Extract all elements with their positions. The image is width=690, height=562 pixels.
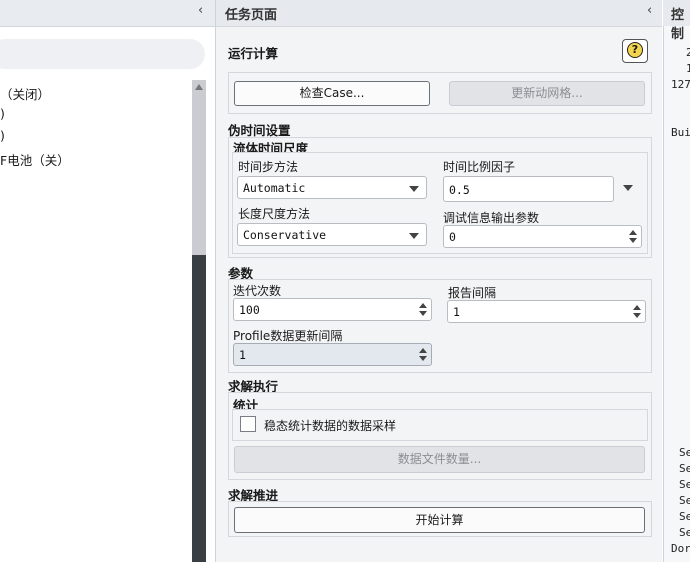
data-file-count-button[interactable]: 数据文件数量... <box>234 446 645 473</box>
tree-item[interactable]: F电池（关） <box>0 150 70 169</box>
report-interval-value: 1 <box>453 305 460 319</box>
task-panel-header <box>216 0 662 27</box>
chevron-down-icon <box>409 233 419 239</box>
spin-up-icon[interactable] <box>419 348 427 353</box>
outline-header <box>0 0 215 27</box>
check-case-button[interactable]: 检查Case... <box>234 81 430 106</box>
profile-update-interval-label: Profile数据更新间隔 <box>233 329 343 343</box>
tree-item[interactable]: （关闭） <box>0 84 50 103</box>
outline-search-input[interactable] <box>0 39 205 69</box>
time-step-method-value: Automatic <box>243 181 306 195</box>
length-scale-method-label: 长度尺度方法 <box>238 207 311 221</box>
spin-down-icon[interactable] <box>419 311 427 316</box>
time-scale-factor-label: 时间比例因子 <box>443 160 516 174</box>
time-step-method-label: 时间步方法 <box>238 160 299 174</box>
spin-up-icon[interactable] <box>629 230 637 235</box>
run-calculation-heading: 运行计算 <box>228 46 279 61</box>
tree-item[interactable]: ) <box>0 106 5 121</box>
console-line: Se <box>679 478 690 491</box>
console-line: 1 <box>686 62 690 75</box>
console-line: Se <box>679 462 690 475</box>
steady-sampling-label: 稳态统计数据的数据采样 <box>264 419 397 433</box>
scroll-up-icon[interactable] <box>195 84 203 90</box>
console-line: Se <box>679 510 690 523</box>
report-interval-label: 报告间隔 <box>448 286 497 300</box>
console-title: 控制 <box>671 8 685 42</box>
length-scale-method-dropdown[interactable]: Conservative <box>237 223 427 246</box>
console-line: 2 <box>686 46 690 59</box>
time-scale-factor-value: 0.5 <box>449 183 470 197</box>
length-scale-method-value: Conservative <box>243 228 327 242</box>
console-line: Dor <box>671 542 690 555</box>
profile-update-interval-value: 1 <box>239 348 246 362</box>
console-line: 127 <box>671 78 690 91</box>
iterations-value: 100 <box>239 303 260 317</box>
time-step-method-dropdown[interactable]: Automatic <box>237 176 427 199</box>
spin-up-icon[interactable] <box>633 305 641 310</box>
console-line: Se <box>679 494 690 507</box>
spin-up-icon[interactable] <box>419 303 427 308</box>
iterations-stepper[interactable]: 100 <box>233 298 432 321</box>
steady-sampling-checkbox[interactable] <box>240 416 256 432</box>
debug-output-label: 调试信息输出参数 <box>443 211 540 225</box>
tree-item[interactable]: ) <box>0 128 5 143</box>
task-panel-title: 任务页面 <box>225 8 278 23</box>
spin-down-icon[interactable] <box>629 238 637 243</box>
profile-update-interval-stepper[interactable]: 1 <box>233 343 432 366</box>
iterations-label: 迭代次数 <box>233 284 282 298</box>
report-interval-stepper[interactable]: 1 <box>447 300 646 323</box>
debug-output-value: 0 <box>449 230 456 244</box>
chevron-down-icon <box>409 186 419 192</box>
time-scale-factor-menu-icon[interactable] <box>623 185 633 191</box>
console-line: Bui <box>671 126 690 139</box>
time-scale-factor-input[interactable]: 0.5 <box>443 176 614 202</box>
outline-scrollbar-thumb[interactable] <box>192 80 206 255</box>
help-icon: ? <box>627 42 643 58</box>
start-calculation-button[interactable]: 开始计算 <box>234 507 645 533</box>
debug-output-stepper[interactable]: 0 <box>443 225 642 248</box>
console-line: Se <box>679 526 690 539</box>
update-dynamic-mesh-button[interactable]: 更新动网格... <box>449 81 645 106</box>
console-line: Se <box>679 446 690 459</box>
collapse-left-icon[interactable]: ‹ <box>198 3 203 18</box>
spin-down-icon[interactable] <box>633 313 641 318</box>
collapse-task-icon[interactable]: ‹ <box>647 3 652 18</box>
spin-down-icon[interactable] <box>419 356 427 361</box>
